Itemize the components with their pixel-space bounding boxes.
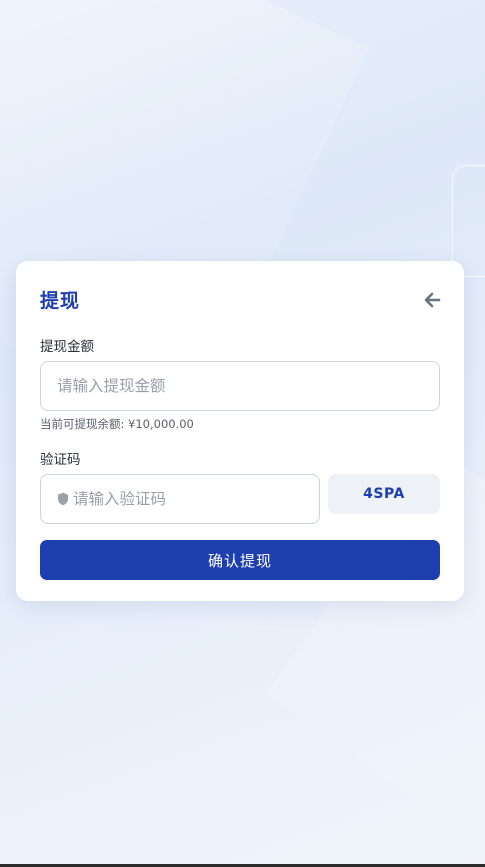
captcha-label: 验证码 — [40, 452, 81, 468]
captcha-input[interactable] — [73, 490, 303, 508]
captcha-row: 4SPA — [40, 474, 440, 524]
arrow-left-icon — [424, 292, 441, 308]
amount-input[interactable] — [57, 377, 423, 395]
amount-field[interactable] — [40, 361, 440, 411]
captcha-field[interactable] — [40, 474, 320, 524]
shield-icon — [58, 492, 68, 506]
card-header: 提现 — [40, 261, 441, 338]
balance-hint: 当前可提现余额: ¥10,000.00 — [40, 417, 194, 431]
amount-label: 提现金额 — [40, 339, 94, 355]
confirm-withdraw-button[interactable]: 确认提现 — [40, 540, 440, 580]
withdraw-card: 提现 提现金额 当前可提现余额: ¥10,000.00 验证码 4SPA 确认提… — [16, 261, 464, 601]
background-decoration — [452, 165, 485, 277]
page-title: 提现 — [40, 290, 81, 312]
back-button[interactable] — [422, 289, 444, 311]
captcha-code-button[interactable]: 4SPA — [328, 474, 440, 514]
